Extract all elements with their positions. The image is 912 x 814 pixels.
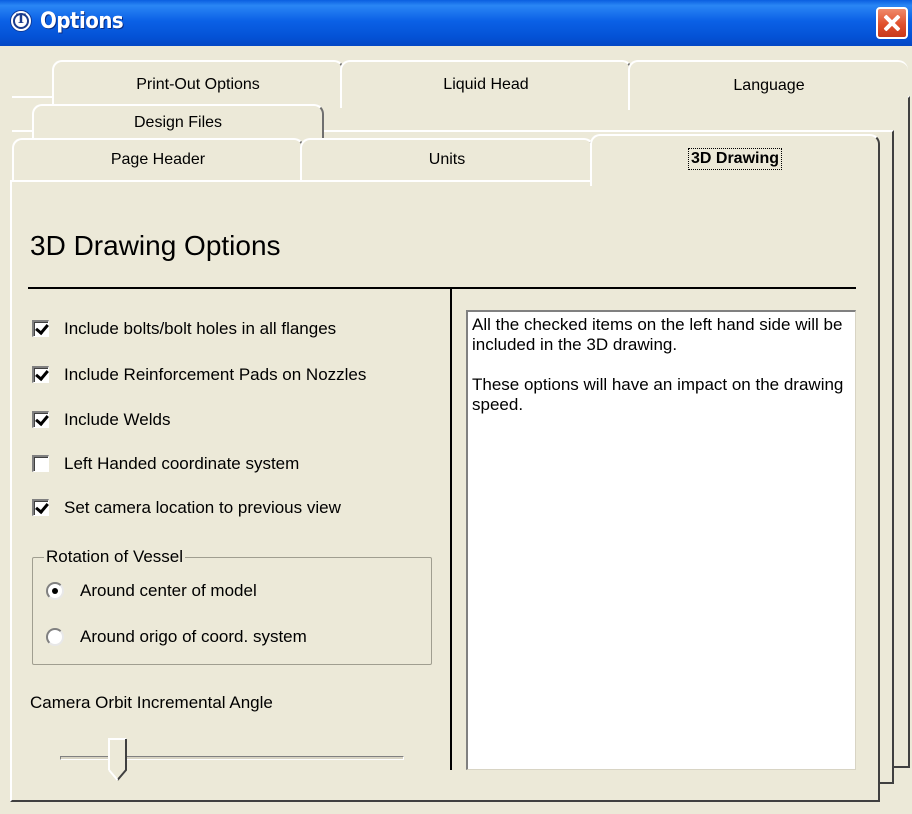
divider (28, 287, 856, 289)
checkbox-label: Left Handed coordinate system (64, 454, 300, 473)
tab-label: Language (733, 77, 805, 94)
radio-dot[interactable] (46, 628, 64, 646)
divider (450, 288, 452, 770)
tab-page-header[interactable]: Page Header (12, 138, 304, 184)
close-button[interactable] (876, 7, 908, 39)
app-logo-icon: T (10, 10, 32, 32)
tab-label: 3D Drawing (687, 148, 782, 170)
checkbox-label: Include Reinforcement Pads on Nozzles (64, 365, 367, 384)
info-paragraph: These options will have an impact on the… (472, 375, 844, 414)
checkbox-label: Include bolts/bolt holes in all flanges (64, 319, 337, 338)
tab-print-out-options[interactable]: Print-Out Options (52, 60, 344, 108)
tab-label: Units (428, 151, 466, 168)
title-bar[interactable]: T Options (0, 0, 912, 46)
tab-language[interactable]: Language (628, 60, 908, 110)
tab-label: Liquid Head (443, 76, 529, 93)
checkbox-box[interactable] (32, 499, 49, 516)
radio-dot[interactable] (46, 582, 64, 600)
info-paragraph: All the checked items on the left hand s… (472, 315, 843, 354)
tab-units[interactable]: Units (300, 138, 594, 184)
radio-label: Around center of model (80, 581, 257, 600)
rotation-groupbox (32, 557, 432, 665)
checkbox-box[interactable] (32, 455, 49, 472)
checkbox-box[interactable] (32, 411, 49, 428)
radio-label: Around origo of coord. system (80, 627, 307, 646)
tab-3d-drawing[interactable]: 3D Drawing (590, 134, 880, 186)
checkbox-box[interactable] (32, 320, 49, 337)
groupbox-title: Rotation of Vessel (44, 546, 186, 568)
page-title: 3D Drawing Options (30, 230, 281, 261)
window-title: Options (40, 9, 124, 34)
tab-label: Page Header (110, 151, 206, 168)
slider-thumb[interactable] (108, 738, 128, 782)
checkbox-box[interactable] (32, 366, 49, 383)
info-textbox[interactable]: All the checked items on the left hand s… (466, 310, 856, 770)
camera-orbit-label: Camera Orbit Incremental Angle (30, 693, 273, 712)
tab-liquid-head[interactable]: Liquid Head (340, 60, 632, 108)
tab-label: Design Files (133, 114, 223, 131)
checkbox-label: Set camera location to previous view (64, 498, 341, 517)
checkbox-label: Include Welds (64, 410, 171, 429)
tab-label: Print-Out Options (136, 76, 260, 93)
